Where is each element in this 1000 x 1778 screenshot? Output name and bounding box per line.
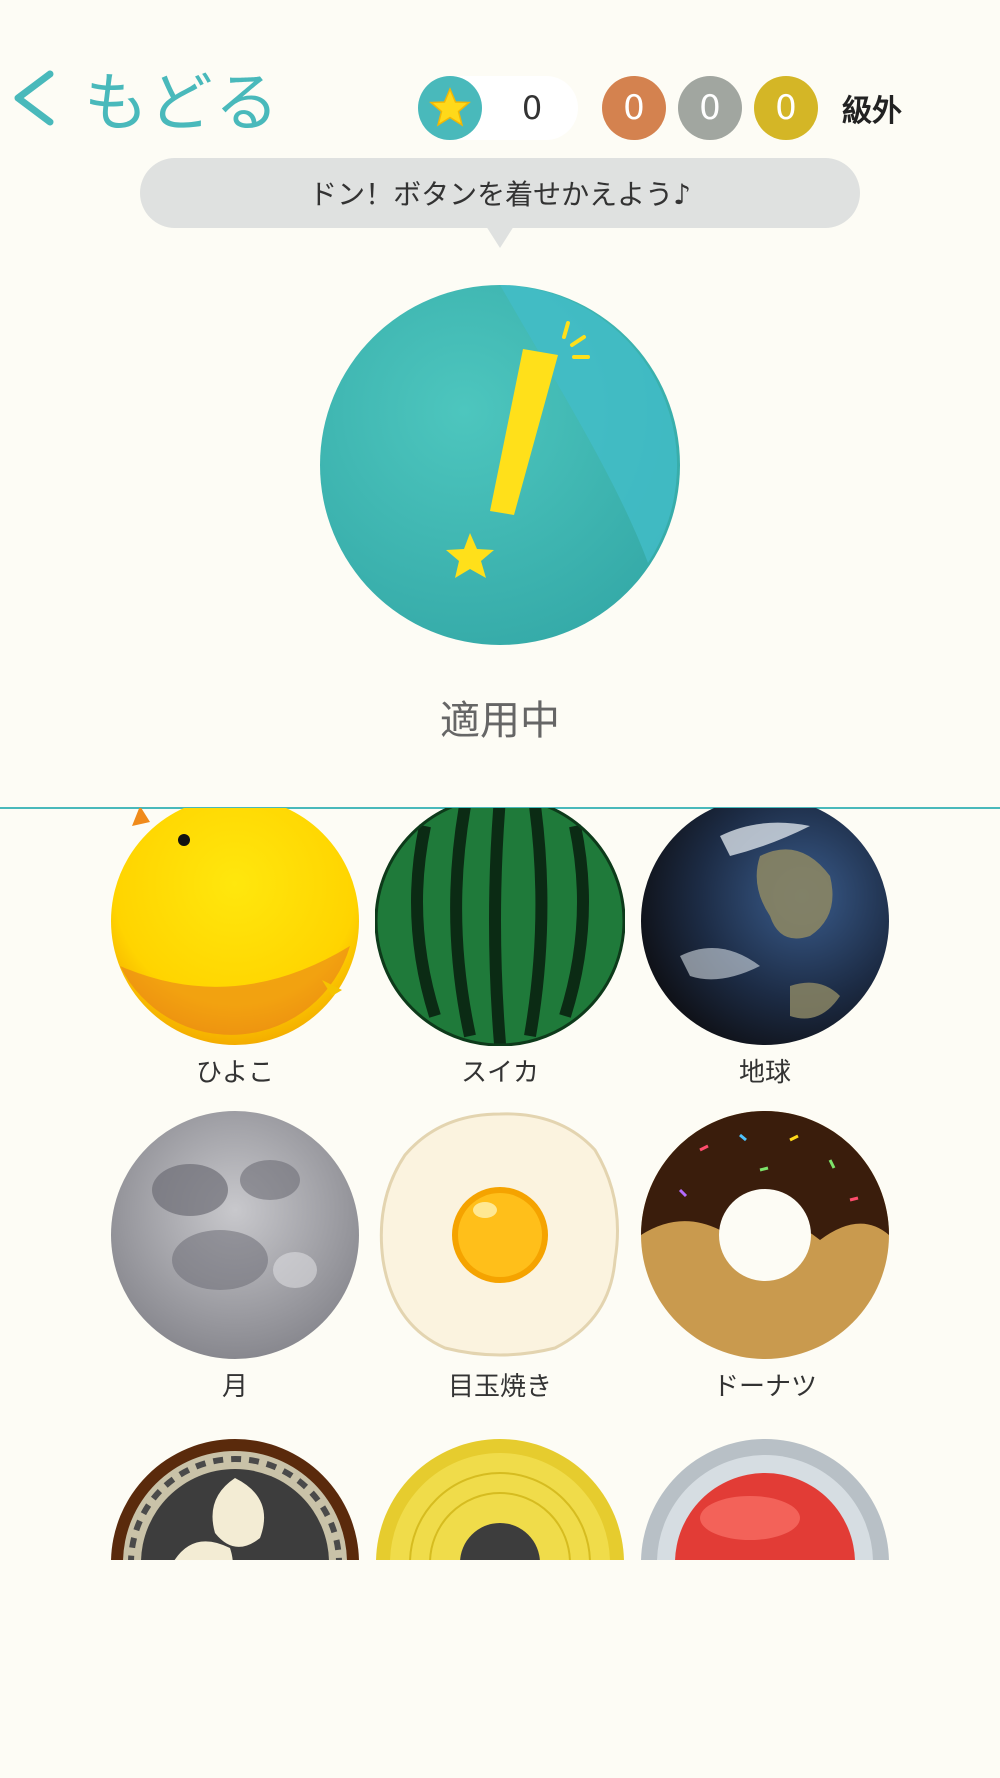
hint-bubble-tail <box>486 226 514 248</box>
skin-donut[interactable]: ドーナツ <box>640 1110 890 1403</box>
skin-label: 目玉焼き <box>447 1372 552 1402</box>
skin-red-button[interactable] <box>640 1438 890 1560</box>
skin-label: 月 <box>221 1372 248 1402</box>
watermelon-icon <box>375 808 625 1046</box>
earth-icon <box>641 808 889 1045</box>
current-button-skin[interactable] <box>318 283 682 647</box>
moon-icon <box>111 1111 359 1359</box>
chick-icon <box>111 808 359 1045</box>
skin-watermelon[interactable]: スイカ <box>375 808 625 1089</box>
taiko-drum-icon <box>111 1439 359 1560</box>
hint-bubble: ドン！ボタンを着せかえよう♪ <box>140 158 860 228</box>
stats-bar: 0 0 0 0 級外 <box>0 76 1000 140</box>
gold-medal-count: 0 <box>754 76 818 140</box>
silver-medal-count: 0 <box>678 76 742 140</box>
skin-chick[interactable]: ひよこ <box>110 808 360 1089</box>
skin-moon[interactable]: 月 <box>110 1110 360 1403</box>
skin-label: スイカ <box>460 1058 539 1088</box>
star-icon <box>418 76 482 140</box>
bronze-medal-count: 0 <box>602 76 666 140</box>
skin-yellow-record[interactable] <box>375 1438 625 1560</box>
skin-taiko[interactable] <box>110 1438 360 1560</box>
skin-fried-egg[interactable]: 目玉焼き <box>375 1110 625 1403</box>
skin-label: ドーナツ <box>712 1372 817 1402</box>
skin-earth[interactable]: 地球 <box>640 808 890 1089</box>
star-count: 0 <box>521 89 543 127</box>
yellow-record-icon <box>376 1439 624 1560</box>
skin-grid: ひよこ スイカ 地球 月 目玉焼き ドーナツ <box>0 808 1000 1560</box>
hint-text: ドン！ボタンを着せかえよう♪ <box>309 178 691 211</box>
red-button-icon <box>641 1439 889 1560</box>
exclamation-star-icon <box>320 285 680 645</box>
fried-egg-icon <box>379 1112 619 1357</box>
skin-label: 地球 <box>738 1058 791 1088</box>
applied-status: 適用中 <box>440 698 560 744</box>
rank-label: 級外 <box>842 94 902 129</box>
skin-label: ひよこ <box>195 1058 274 1088</box>
donut-icon <box>641 1111 889 1359</box>
